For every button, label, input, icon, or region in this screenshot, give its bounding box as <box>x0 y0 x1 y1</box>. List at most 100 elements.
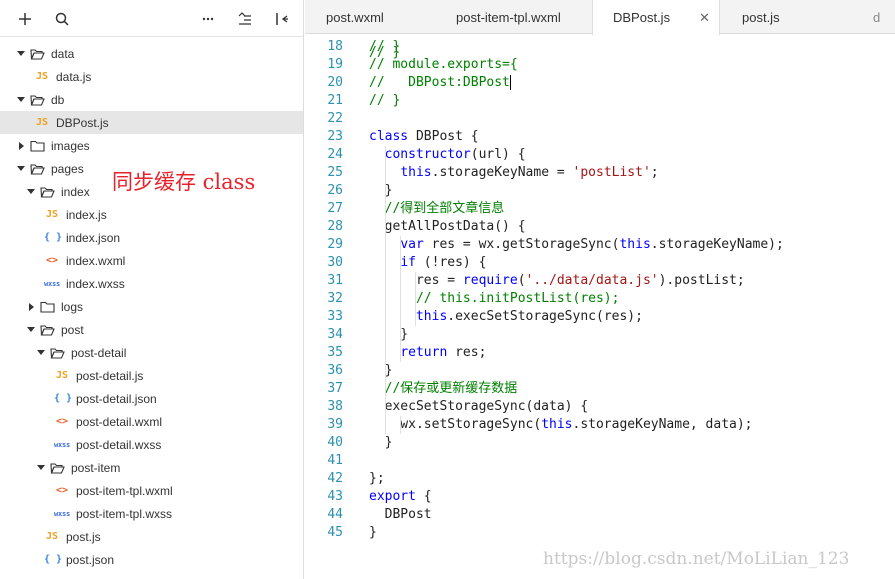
tree-file[interactable]: <> post-detail.wxml <box>0 410 303 433</box>
code-line: 42}; <box>305 470 895 488</box>
close-icon[interactable]: ✕ <box>699 0 710 36</box>
code-text: } <box>369 363 393 378</box>
folder-open-icon <box>50 462 65 474</box>
tree-item-label: post-detail.wxml <box>76 414 163 429</box>
tab-dbpost-js[interactable]: DBPost.js ✕ <box>592 0 720 35</box>
line-number: 43 <box>327 489 343 504</box>
code-line: 29 var res = wx.getStorageSync(this.stor… <box>305 236 895 254</box>
tree-item-label: post-detail.json <box>76 391 157 406</box>
code-text: //得到全部文章信息 <box>384 201 505 216</box>
code-line: 33 this.execSetStorageSync(res); <box>305 308 895 326</box>
code-text: wx.setStorageSync(this.storageKeyName, d… <box>369 417 753 432</box>
js-file-icon: JS <box>45 531 59 542</box>
code-text: } <box>369 435 393 450</box>
tree-item-label: DBPost.js <box>56 115 109 130</box>
search-icon[interactable] <box>51 8 73 30</box>
folder-open-icon <box>30 48 45 60</box>
tree-item-label: post <box>61 322 84 337</box>
code-text: DBPost <box>369 507 432 522</box>
code-text: // module.exports={ <box>369 57 518 72</box>
code-line: 45} <box>305 524 895 542</box>
annotation-text: 同步缓存 class <box>112 170 256 194</box>
tab-overflow[interactable]: d <box>873 0 880 34</box>
code-line: 24 constructor(url) { <box>305 146 895 164</box>
line-number: 25 <box>327 165 343 180</box>
ellipsis-icon[interactable] <box>197 8 219 30</box>
plus-icon[interactable] <box>14 8 36 30</box>
tree-item-label: images <box>51 138 90 153</box>
indent-guide <box>415 272 416 326</box>
tree-folder[interactable]: images <box>0 134 303 157</box>
chevron-right-icon[interactable] <box>16 141 26 151</box>
tab-post-item-tpl-wxml[interactable]: post-item-tpl.wxml <box>456 0 561 34</box>
code-editor[interactable]: // } 18 // } 19 // module.exports={20 // DBP… <box>305 35 895 579</box>
code-line: 32 // this.initPostList(res); <box>305 290 895 308</box>
tree-file[interactable]: wxss post-detail.wxss <box>0 433 303 456</box>
file-tree: data JS data.js db JS DBPost.js images pages ind… <box>0 37 303 579</box>
editor-tab-bar: post.wxml post-item-tpl.wxml DBPost.js ✕… <box>305 0 895 35</box>
code-line: 39 wx.setStorageSync(this.storageKeyName… <box>305 416 895 434</box>
tab-label: d <box>873 10 881 25</box>
chevron-down-icon[interactable] <box>16 95 26 105</box>
line-number: 42 <box>327 471 343 486</box>
code-text: // } <box>369 93 401 108</box>
tree-file[interactable]: JS post-detail.js <box>0 364 303 387</box>
tree-file[interactable]: { } post-detail.json <box>0 387 303 410</box>
code-text: return res; <box>400 345 487 360</box>
chevron-down-icon[interactable] <box>26 187 36 197</box>
code-line: 25 this.storageKeyName = 'postList'; <box>305 164 895 182</box>
tree-folder[interactable]: db <box>0 88 303 111</box>
tree-folder[interactable]: data <box>0 42 303 65</box>
code-line: 22 <box>305 110 895 128</box>
tree-item-label: index.wxss <box>66 276 125 291</box>
tab-label: post.js <box>742 10 780 25</box>
code-line: 36 } <box>305 362 895 380</box>
line-number: 32 <box>327 291 343 306</box>
tree-folder[interactable]: logs <box>0 295 303 318</box>
line-number: 26 <box>327 183 343 198</box>
split-layout-icon[interactable] <box>271 8 293 30</box>
tree-file[interactable]: { } index.json <box>0 226 303 249</box>
tree-file[interactable]: JS index.js <box>0 203 303 226</box>
code-line: 35 return res; <box>305 344 895 362</box>
line-number: 23 <box>327 129 343 144</box>
tree-folder[interactable]: post-item <box>0 456 303 479</box>
folder-open-icon <box>30 94 45 106</box>
folder-open-icon <box>40 324 55 336</box>
tree-file[interactable]: wxss post-item-tpl.wxss <box>0 502 303 525</box>
line-number: 45 <box>327 525 343 540</box>
code-line: 37 //保存或更新缓存数据 <box>305 380 895 398</box>
line-number: 34 <box>327 327 343 342</box>
code-text: execSetStorageSync(data) { <box>369 399 589 414</box>
tree-file[interactable]: JS DBPost.js <box>0 111 303 134</box>
code-text: } <box>369 183 393 198</box>
json-file-icon: { } <box>44 554 63 565</box>
line-number: 21 <box>327 93 343 108</box>
js-file-icon: JS <box>35 117 49 128</box>
tree-file[interactable]: { } post.json <box>0 548 303 571</box>
tree-file[interactable]: wxss index.wxss <box>0 272 303 295</box>
chevron-down-icon[interactable] <box>36 348 46 358</box>
tree-file[interactable]: JS post.js <box>0 525 303 548</box>
tree-file[interactable]: JS data.js <box>0 65 303 88</box>
tree-folder[interactable]: post-detail <box>0 341 303 364</box>
line-number: 28 <box>327 219 343 234</box>
chevron-down-icon[interactable] <box>36 463 46 473</box>
js-file-icon: JS <box>45 209 59 220</box>
collapse-tree-icon[interactable] <box>234 8 256 30</box>
chevron-down-icon[interactable] <box>16 164 26 174</box>
tree-file[interactable]: <> post-item-tpl.wxml <box>0 479 303 502</box>
tab-post-wxml[interactable]: post.wxml <box>326 0 384 34</box>
tree-folder[interactable]: post <box>0 318 303 341</box>
tab-post-js[interactable]: post.js <box>742 0 780 34</box>
tree-file[interactable]: <> index.wxml <box>0 249 303 272</box>
code-line: 34 } <box>305 326 895 344</box>
json-file-icon: { } <box>54 393 73 404</box>
chevron-down-icon[interactable] <box>16 49 26 59</box>
folder-icon <box>30 140 45 152</box>
js-file-icon: JS <box>35 71 49 82</box>
chevron-down-icon[interactable] <box>26 325 36 335</box>
chevron-right-icon[interactable] <box>26 302 36 312</box>
code-line: 20 // DBPost:DBPost <box>305 74 895 92</box>
indent-guide <box>385 146 386 434</box>
